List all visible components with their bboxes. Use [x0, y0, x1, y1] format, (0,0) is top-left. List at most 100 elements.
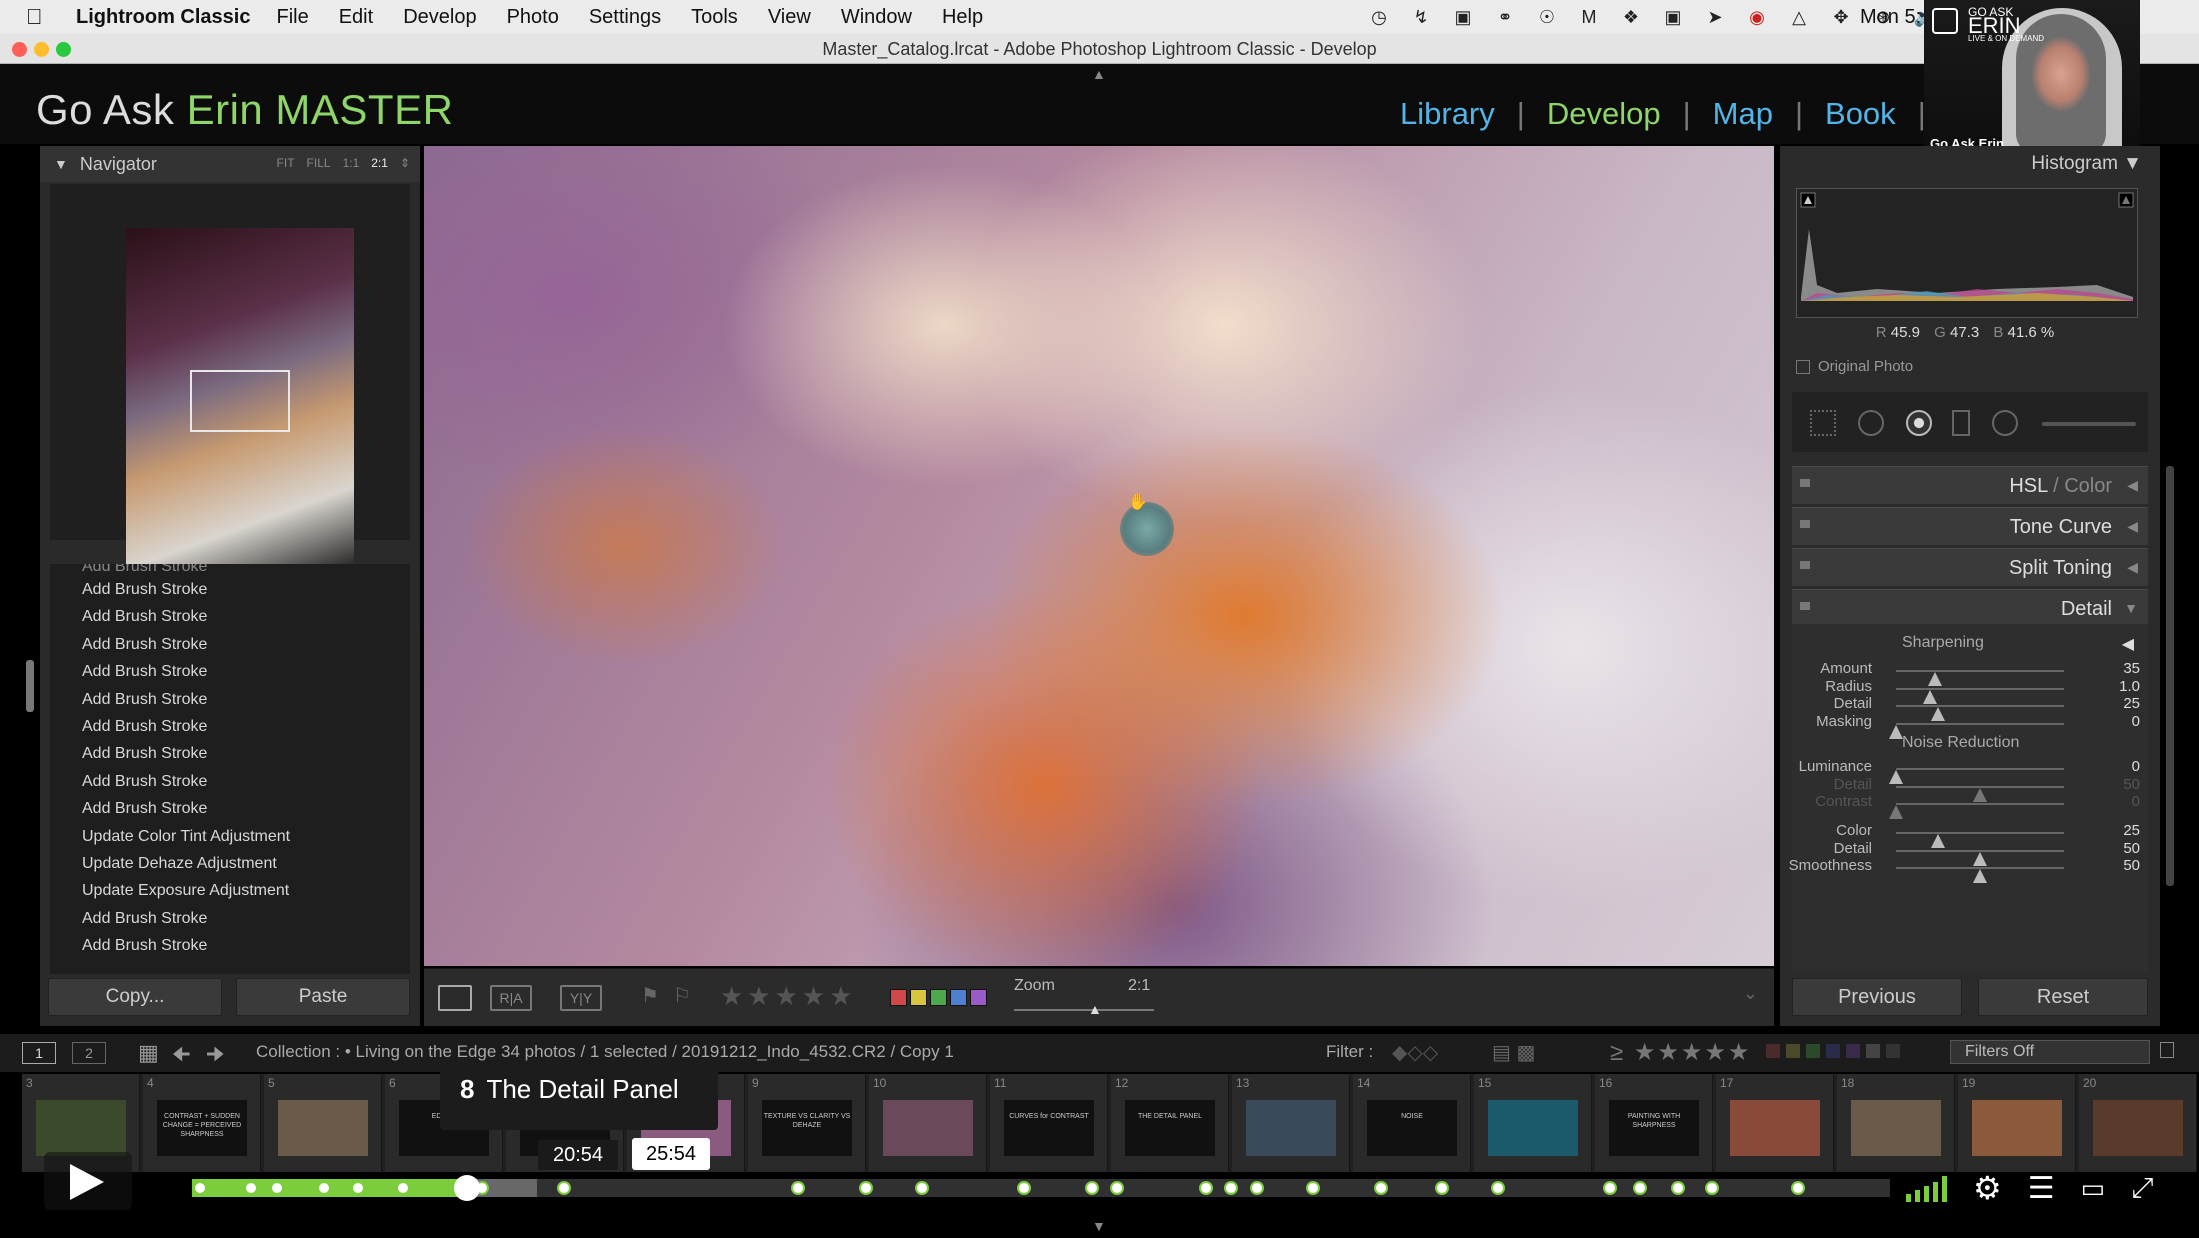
grid-view-icon[interactable]: ▦: [138, 1040, 159, 1066]
filmstrip-cell[interactable]: 10: [869, 1074, 987, 1172]
filmstrip-source[interactable]: Collection : • Living on the Edge 34 pho…: [256, 1042, 954, 1062]
progress-scrubber[interactable]: [454, 1175, 481, 1201]
filter-lock-icon[interactable]: [2160, 1042, 2174, 1058]
radial-filter-icon[interactable]: [1992, 410, 2018, 436]
zoom-slider[interactable]: [1014, 1009, 1154, 1011]
menu-settings[interactable]: Settings: [589, 6, 661, 29]
develop-image-view[interactable]: ✋: [424, 146, 1774, 966]
history-item[interactable]: Add Brush Stroke: [50, 603, 410, 630]
panel-collapse-icon[interactable]: ▼: [2124, 600, 2138, 616]
history-item[interactable]: Update Color Tint Adjustment: [50, 823, 410, 850]
apple-menu-icon[interactable]: : [26, 4, 64, 30]
history-item[interactable]: Add Brush Stroke: [50, 740, 410, 767]
panel-detail[interactable]: Detail ▼: [1792, 589, 2148, 627]
filmstrip-thumbnail[interactable]: [278, 1100, 368, 1156]
panel-expand-icon[interactable]: ◀: [2127, 518, 2138, 535]
display-icon[interactable]: ▣: [1451, 6, 1475, 28]
panel-tone-curve[interactable]: Tone Curve ◀: [1792, 507, 2148, 545]
slider-track[interactable]: [1896, 670, 2064, 686]
filmstrip-cell[interactable]: 15: [1474, 1074, 1592, 1172]
filmstrip-thumbnail[interactable]: [2093, 1100, 2183, 1156]
app-icon[interactable]: ▣: [1661, 6, 1685, 28]
before-after-split-icon[interactable]: Y|Y: [560, 985, 602, 1011]
history-item[interactable]: Add Brush Stroke: [50, 795, 410, 822]
toolbar-menu-chevron-icon[interactable]: ⌄: [1743, 983, 1758, 1004]
panel-expand-icon[interactable]: ◀: [2127, 477, 2138, 494]
zoom-stepper-icon[interactable]: ⇕: [400, 156, 410, 170]
slider-track[interactable]: [1889, 768, 2064, 784]
play-button[interactable]: [44, 1152, 132, 1210]
filmstrip-thumbnail[interactable]: TEXTURE VS CLARITY VS DEHAZE: [762, 1100, 852, 1156]
filmstrip-cell[interactable]: 14 NOISE: [1353, 1074, 1471, 1172]
copy-button[interactable]: Copy...: [48, 978, 222, 1016]
panel-switch-icon[interactable]: [1800, 479, 1810, 487]
slider-thumb[interactable]: [1889, 805, 1903, 820]
airplay-icon[interactable]: △: [1787, 6, 1811, 28]
slider-track[interactable]: [1889, 803, 2064, 820]
module-book[interactable]: Book: [1825, 96, 1896, 132]
flag-icon[interactable]: ⚑: [640, 985, 660, 1011]
rating-filter-stars[interactable]: ≥ ★★★★★: [1610, 1038, 1751, 1067]
menu-file[interactable]: File: [276, 6, 308, 29]
filmstrip-thumbnail[interactable]: [1488, 1100, 1578, 1156]
menu-develop[interactable]: Develop: [403, 6, 476, 29]
history-item[interactable]: Update Dehaze Adjustment: [50, 850, 410, 877]
filmstrip-cell[interactable]: 9 TEXTURE VS CLARITY VS DEHAZE: [748, 1074, 866, 1172]
color-label-swatch[interactable]: [890, 989, 907, 1006]
slider-thumb[interactable]: [1973, 869, 1987, 884]
filmstrip-thumbnail[interactable]: THE DETAIL PANEL: [1125, 1100, 1215, 1156]
history-item[interactable]: Add Brush Stroke: [50, 576, 410, 603]
chapter-marker[interactable]: [1791, 1181, 1806, 1195]
color-label-swatch[interactable]: [950, 989, 967, 1006]
filmstrip-thumbnail[interactable]: [36, 1100, 126, 1156]
slider-value[interactable]: 50: [2123, 776, 2140, 793]
panel-split-toning[interactable]: Split Toning ◀: [1792, 548, 2148, 586]
filmstrip-cell[interactable]: 4 CONTRAST + SUDDEN CHANGE = PERCEIVED SH…: [143, 1074, 261, 1172]
panel-switch-icon[interactable]: [1800, 520, 1810, 528]
filmstrip-cell[interactable]: 12 THE DETAIL PANEL: [1111, 1074, 1229, 1172]
histogram-header[interactable]: Histogram ▼: [1780, 146, 2160, 182]
filmstrip-thumbnail[interactable]: CURVES for CONTRAST: [1004, 1100, 1094, 1156]
chapter-marker[interactable]: [1305, 1181, 1320, 1195]
filter-preset-dropdown[interactable]: Filters Off: [1950, 1040, 2150, 1064]
slider-value[interactable]: 50: [2123, 857, 2140, 874]
slider-value[interactable]: 25: [2123, 695, 2140, 712]
slider-track[interactable]: [1896, 705, 2064, 722]
chapter-marker[interactable]: [1017, 1181, 1032, 1195]
airplay-icon[interactable]: ▭: [2081, 1173, 2106, 1204]
app-menu[interactable]: Lightroom Classic: [76, 6, 250, 29]
chapter-marker[interactable]: [1110, 1181, 1125, 1195]
history-item-partial[interactable]: Add Brush Stroke: [50, 564, 410, 576]
filmstrip-thumbnail[interactable]: [1851, 1100, 1941, 1156]
filmstrip-thumbnail[interactable]: [1730, 1100, 1820, 1156]
slider-value[interactable]: 25: [2123, 822, 2140, 839]
quality-bars-icon[interactable]: [1906, 1174, 1947, 1202]
history-item[interactable]: Add Brush Stroke: [50, 905, 410, 932]
color-filter-swatches[interactable]: [1766, 1044, 1900, 1058]
color-label-swatch[interactable]: [970, 989, 987, 1006]
reject-flag-icon[interactable]: ⚐: [672, 985, 692, 1011]
before-after-icon[interactable]: R|A: [490, 985, 532, 1011]
send-icon[interactable]: ➤: [1703, 6, 1727, 28]
filmstrip-cell[interactable]: 17: [1716, 1074, 1834, 1172]
panel-hsl-color[interactable]: HSL / Color ◀: [1792, 466, 2148, 504]
left-panel-scrollbar[interactable]: [26, 660, 34, 712]
navigator-view-rectangle[interactable]: [190, 370, 290, 432]
collapse-triangle-icon[interactable]: ▼: [54, 156, 68, 172]
menu-photo[interactable]: Photo: [507, 6, 559, 29]
red-eye-tool-icon[interactable]: [1906, 410, 1932, 436]
zoom-slider-thumb[interactable]: ▲: [1088, 1001, 1102, 1017]
slider-track[interactable]: [1889, 722, 2064, 739]
sharpening-preview-toggle-icon[interactable]: ◀: [2122, 634, 2134, 654]
slider-value[interactable]: 35: [2123, 660, 2140, 677]
loupe-view-icon[interactable]: [438, 985, 472, 1011]
history-item[interactable]: Add Brush Stroke: [50, 686, 410, 713]
filmstrip-thumbnail[interactable]: [1246, 1100, 1336, 1156]
filmstrip-cell[interactable]: 13: [1232, 1074, 1350, 1172]
slider-value[interactable]: 0: [2132, 758, 2140, 775]
slider-value[interactable]: 1.0: [2119, 678, 2140, 695]
bottom-panel-toggle-icon[interactable]: ▼: [1092, 1218, 1106, 1234]
navigator-preview[interactable]: [50, 184, 410, 572]
creative-cloud-icon[interactable]: ⚭: [1493, 6, 1517, 28]
module-library[interactable]: Library: [1400, 96, 1495, 132]
